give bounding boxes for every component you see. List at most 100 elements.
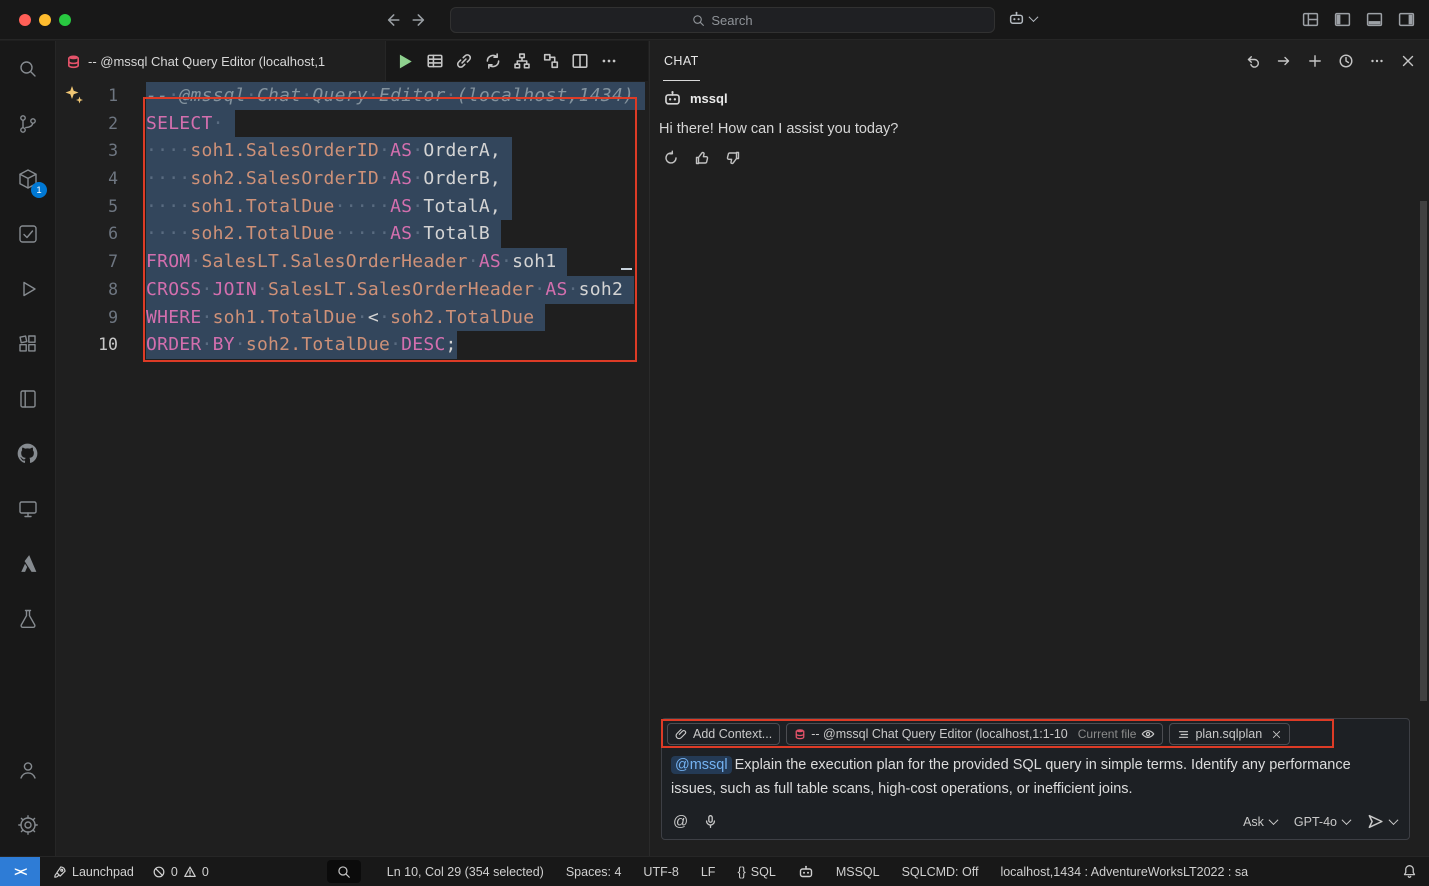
results-grid-button[interactable] <box>426 52 444 70</box>
line-number[interactable]: 7 <box>56 248 118 276</box>
editor-tab[interactable]: -- @mssql Chat Query Editor (localhost,1 <box>56 41 386 81</box>
sidebar-item-azure[interactable] <box>0 536 55 591</box>
mic-icon[interactable] <box>703 814 718 829</box>
copilot-menu[interactable] <box>1008 10 1037 27</box>
model-selector[interactable]: GPT-4o <box>1294 815 1350 829</box>
search-status-item[interactable] <box>327 860 361 883</box>
warning-count: 0 <box>202 865 209 879</box>
chat-history-icon[interactable] <box>1338 53 1354 69</box>
notifications-bell-icon[interactable] <box>1402 864 1417 879</box>
chat-more-icon[interactable] <box>1369 53 1385 69</box>
sidebar-item-tasks[interactable] <box>0 206 55 261</box>
sidebar-item-github[interactable] <box>0 426 55 481</box>
indentation-item[interactable]: Spaces: 4 <box>566 865 622 879</box>
copilot-status-icon[interactable] <box>798 864 814 880</box>
line-number[interactable]: 2 <box>56 110 118 138</box>
sidebar-item-packages[interactable]: 1 <box>0 151 55 206</box>
line-number[interactable]: 3 <box>56 137 118 165</box>
chat-scrollbar[interactable] <box>1420 201 1427 701</box>
toggle-panel-icon[interactable] <box>1366 11 1383 28</box>
encoding-item[interactable]: UTF-8 <box>643 865 678 879</box>
code-line[interactable]: 1--·@mssql·Chat·Query·Editor·(localhost,… <box>56 82 648 110</box>
minimize-window-button[interactable] <box>39 14 51 26</box>
chat-input-text[interactable]: @mssqlExplain the execution plan for the… <box>662 749 1409 801</box>
sidebar-item-remote-explorer[interactable] <box>0 481 55 536</box>
line-number[interactable]: 9 <box>56 304 118 332</box>
connect-button[interactable] <box>455 52 473 70</box>
sqlcmd-status-item[interactable]: SQLCMD: Off <box>902 865 979 879</box>
prompt-text: Explain the execution plan for the provi… <box>671 757 1351 797</box>
close-panel-icon[interactable] <box>1400 53 1416 69</box>
split-editor-button[interactable] <box>571 52 589 70</box>
code-line[interactable]: 6····soh2.TotalDue·····AS·TotalB <box>56 220 648 248</box>
thumbs-up-icon[interactable] <box>694 150 710 166</box>
thumbs-down-icon[interactable] <box>725 150 741 166</box>
customize-layout-icon[interactable] <box>1302 11 1319 28</box>
toggle-secondary-sidebar-icon[interactable] <box>1398 11 1415 28</box>
eol-item[interactable]: LF <box>701 865 716 879</box>
assistant-message: Hi there! How can I assist you today? <box>650 108 1429 137</box>
sidebar-item-search[interactable] <box>0 41 55 96</box>
mention-button[interactable]: @ <box>673 813 688 830</box>
estimated-plan-button[interactable] <box>513 52 531 70</box>
problems-status-item[interactable]: 0 0 <box>152 865 209 879</box>
tab-title: -- @mssql Chat Query Editor (localhost,1 <box>88 54 325 69</box>
current-file-chip[interactable]: -- @mssql Chat Query Editor (localhost,1… <box>786 723 1163 745</box>
change-connection-button[interactable] <box>484 52 502 70</box>
launchpad-status-item[interactable]: Launchpad <box>53 865 134 879</box>
copilot-sparkle-icon[interactable] <box>63 84 85 106</box>
file-chip-range: :1-10 <box>1039 727 1068 741</box>
code-line[interactable]: 8CROSS·JOIN·SalesLT.SalesOrderHeader·AS·… <box>56 276 648 304</box>
undo-edits-icon[interactable] <box>1245 53 1261 69</box>
add-context-chip[interactable]: Add Context... <box>667 723 780 745</box>
line-number[interactable]: 6 <box>56 220 118 248</box>
plan-sqlplan-chip[interactable]: plan.sqlplan <box>1169 723 1290 745</box>
connection-status-item[interactable]: localhost,1434 : AdventureWorksLT2022 : … <box>1000 865 1248 879</box>
close-window-button[interactable] <box>19 14 31 26</box>
cursor-position-item[interactable]: Ln 10, Col 29 (354 selected) <box>387 865 544 879</box>
sidebar-item-notebook[interactable] <box>0 371 55 426</box>
assistant-name: mssql <box>690 91 728 106</box>
sidebar-item-extensions[interactable] <box>0 316 55 371</box>
sidebar-item-source-control[interactable] <box>0 96 55 151</box>
activity-bar: 1 <box>0 41 56 856</box>
zoom-window-button[interactable] <box>59 14 71 26</box>
more-actions-button[interactable] <box>600 52 618 70</box>
line-number[interactable]: 10 <box>56 331 118 359</box>
run-query-button[interactable] <box>394 51 415 72</box>
tab-chat[interactable]: CHAT <box>663 41 700 81</box>
editor-tab-bar: -- @mssql Chat Query Editor (localhost,1 <box>56 41 648 81</box>
file-chip-title: -- @mssql Chat Query Editor (localhost,1 <box>811 727 1039 741</box>
line-number[interactable]: 5 <box>56 193 118 221</box>
language-mode-item[interactable]: {}SQL <box>737 865 775 879</box>
eye-icon[interactable] <box>1141 727 1155 741</box>
command-center-search[interactable]: Search <box>450 7 995 33</box>
remote-indicator[interactable]: >< <box>0 857 40 886</box>
back-icon[interactable] <box>383 11 401 29</box>
code-line[interactable]: 9WHERE·soh1.TotalDue·<·soh2.TotalDue <box>56 304 648 332</box>
new-chat-icon[interactable] <box>1307 53 1323 69</box>
rerun-icon[interactable] <box>663 150 679 166</box>
code-line[interactable]: 5····soh1.TotalDue·····AS·TotalA, <box>56 193 648 221</box>
forward-icon[interactable] <box>411 11 429 29</box>
launchpad-icon <box>53 865 67 879</box>
mssql-status-item[interactable]: MSSQL <box>836 865 880 879</box>
sidebar-item-run-debug[interactable] <box>0 261 55 316</box>
mode-selector[interactable]: Ask <box>1243 815 1277 829</box>
code-line[interactable]: 2SELECT· <box>56 110 648 138</box>
toggle-primary-sidebar-icon[interactable] <box>1334 11 1351 28</box>
settings-gear-icon[interactable] <box>0 797 55 852</box>
line-number[interactable]: 4 <box>56 165 118 193</box>
editor-body[interactable]: 1--·@mssql·Chat·Query·Editor·(localhost,… <box>56 81 648 856</box>
remove-chip-icon[interactable] <box>1271 729 1282 740</box>
query-plan-button[interactable] <box>542 52 560 70</box>
line-number[interactable]: 8 <box>56 276 118 304</box>
code-line[interactable]: 7FROM·SalesLT.SalesOrderHeader·AS·soh1 <box>56 248 648 276</box>
code-line[interactable]: 4····soh2.SalesOrderID·AS·OrderB, <box>56 165 648 193</box>
code-line[interactable]: 10ORDER·BY·soh2.TotalDue·DESC; <box>56 331 648 359</box>
code-line[interactable]: 3····soh1.SalesOrderID·AS·OrderA, <box>56 137 648 165</box>
redo-edits-icon[interactable] <box>1276 53 1292 69</box>
send-button[interactable] <box>1367 813 1397 830</box>
accounts-icon[interactable] <box>0 742 55 797</box>
sidebar-item-sql-projects[interactable] <box>0 591 55 646</box>
